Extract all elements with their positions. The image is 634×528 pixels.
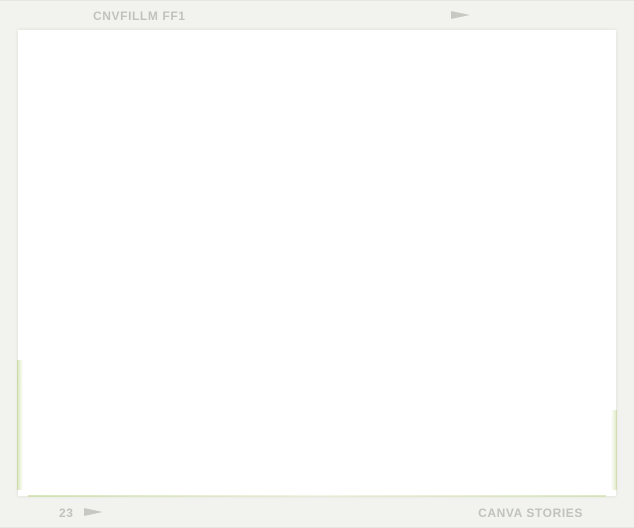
window-glow-left [17,360,23,490]
film-brand-label: CNVFILLM FF1 [93,9,186,23]
bottom-arrow-icon [84,508,103,516]
photo-window [17,30,617,497]
top-arrow-icon [451,11,470,19]
film-frame: CNVFILLM FF1 23 CANVA STORIES [0,0,634,528]
window-glow-right [611,410,617,490]
window-glow-bottom [28,495,606,497]
frame-number: 23 [59,506,74,520]
film-footer-label: CANVA STORIES [478,506,583,520]
